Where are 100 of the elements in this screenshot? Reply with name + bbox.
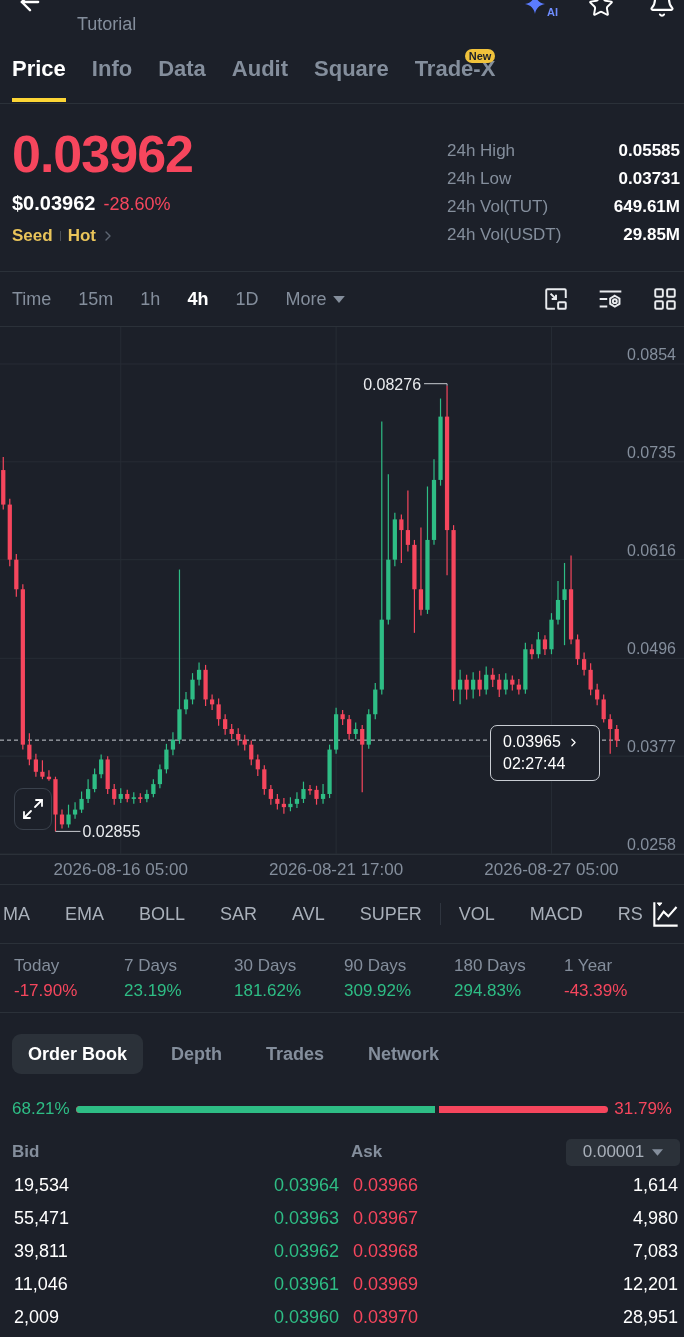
stat-value: 649.61M — [613, 196, 680, 219]
usd-price: $0.03962 — [12, 191, 96, 215]
order-book-tab[interactable]: Trades — [250, 1034, 341, 1074]
more-dropdown[interactable]: More — [285, 288, 346, 310]
falling-candle — [360, 724, 365, 793]
rising-candle — [99, 753, 104, 779]
nav-tab[interactable]: Square — [314, 44, 389, 102]
y-axis-label: 0.0735 — [627, 443, 676, 461]
nav-tab[interactable]: Trade-X New — [414, 44, 496, 102]
bid-quantity: 39,811 — [14, 1240, 68, 1263]
stat-label: 24h Vol(TUT) — [447, 196, 549, 219]
stat-value: 0.03731 — [618, 168, 680, 191]
candle-countdown: 02:27:44 — [503, 754, 567, 775]
rising-candle — [353, 721, 358, 740]
ask-column-header: Ask — [351, 1141, 383, 1164]
fullscreen-button[interactable] — [14, 788, 52, 830]
indicator-tab[interactable]: MA — [3, 903, 30, 925]
indicator-tab[interactable]: MACD — [529, 903, 583, 925]
ask-quantity: 7,083 — [632, 1240, 678, 1263]
high-price-label: 0.08276 — [363, 375, 422, 393]
precision-dropdown[interactable]: 0.00001 — [566, 1138, 680, 1166]
nav-tab[interactable]: Audit — [231, 44, 289, 102]
ask-quantity: 1,614 — [632, 1174, 678, 1197]
last-price: 0.03962 — [12, 126, 193, 182]
interval-tab[interactable]: Time — [12, 288, 52, 310]
tag-link[interactable]: Hot — [67, 225, 96, 247]
falling-candle — [490, 667, 495, 688]
rising-candle — [458, 669, 463, 705]
period-change: -17.90% — [14, 980, 79, 1002]
indicator-tab[interactable]: AVL — [292, 903, 325, 925]
bid-price: 0.03964 — [273, 1174, 339, 1197]
expand-icon — [21, 797, 45, 821]
interval-tab[interactable]: 1D — [235, 288, 259, 310]
last-price-tag[interactable]: 0.03965 02:27:44 — [490, 725, 600, 782]
price-change: -28.60% — [103, 193, 171, 216]
period-label: 7 Days — [124, 955, 178, 977]
period-change: 294.83% — [454, 980, 523, 1002]
bid-price: 0.03961 — [273, 1273, 339, 1296]
indicator-tab[interactable]: SUPER — [359, 903, 422, 925]
nav-tab[interactable]: Data — [158, 44, 206, 102]
tag-link[interactable]: Seed — [12, 225, 53, 247]
order-book-tab[interactable]: Order Book — [12, 1034, 144, 1074]
period-change: 309.92% — [344, 980, 413, 1002]
rising-candle — [471, 671, 476, 700]
nav-tab[interactable]: Info — [91, 44, 133, 102]
interval-tab[interactable]: 4h — [187, 288, 209, 310]
ask-price: 0.03969 — [353, 1273, 419, 1296]
last-price-value: 0.03965 — [503, 732, 561, 753]
y-axis-label: 0.0496 — [627, 640, 676, 658]
bid-price: 0.03962 — [273, 1240, 339, 1263]
falling-candle — [542, 634, 548, 656]
indicator-tab[interactable]: VOL — [458, 903, 495, 925]
indicator-tab[interactable]: SAR — [220, 903, 258, 925]
bid-quantity: 55,471 — [14, 1207, 70, 1230]
x-axis-label: 2026-08-27 05:00 — [484, 860, 619, 879]
x-axis-label: 2026-08-21 17:00 — [269, 860, 404, 879]
ask-price: 0.03966 — [353, 1174, 419, 1197]
bid-quantity: 11,046 — [14, 1273, 68, 1296]
rising-candle — [503, 672, 508, 696]
grid-icon[interactable] — [652, 286, 678, 312]
caret-down-icon — [333, 295, 346, 303]
interval-tab[interactable]: 15m — [78, 288, 114, 310]
ask-quantity: 12,201 — [622, 1273, 678, 1296]
bid-quantity: 19,534 — [14, 1174, 70, 1197]
rising-candle — [118, 787, 123, 804]
ask-price: 0.03968 — [353, 1240, 419, 1263]
rising-candle — [536, 631, 541, 659]
order-book-tab[interactable]: Depth — [155, 1034, 239, 1074]
rising-candle — [334, 707, 339, 755]
y-axis-label: 0.0854 — [627, 346, 676, 363]
indicator-tab[interactable]: EMA — [65, 903, 104, 925]
falling-candle — [112, 783, 117, 806]
rising-candle — [523, 642, 528, 695]
ai-label: AI — [547, 6, 558, 18]
rising-candle — [484, 665, 489, 696]
line-chart-icon[interactable] — [652, 900, 680, 928]
stat-label: 24h High — [447, 140, 516, 163]
falling-candle — [138, 792, 143, 804]
falling-candle — [340, 709, 345, 726]
falling-candle — [464, 674, 469, 701]
period-label: 90 Days — [344, 955, 408, 977]
stat-label: 24h Vol(USDT) — [447, 224, 562, 247]
period-change: -43.39% — [564, 980, 629, 1002]
nav-tab[interactable]: Price — [12, 44, 66, 102]
falling-candle — [497, 673, 502, 698]
period-label: Today — [14, 955, 61, 977]
rising-candle — [131, 791, 136, 805]
low-price-label: 0.02855 — [82, 823, 141, 841]
interval-tab[interactable]: 1h — [140, 288, 161, 310]
order-book-tab[interactable]: Network — [352, 1034, 456, 1074]
falling-candle — [105, 755, 110, 795]
indicator-tab[interactable]: BOLL — [139, 903, 186, 925]
y-axis-label: 0.0258 — [627, 836, 676, 853]
indicator-tab[interactable]: RS — [617, 903, 643, 925]
falling-candle — [529, 643, 534, 660]
bid-price: 0.03960 — [273, 1306, 339, 1329]
x-axis-label: 2026-08-16 05:00 — [53, 860, 188, 879]
window-arrow-icon[interactable] — [543, 286, 569, 312]
ask-quantity: 28,951 — [622, 1306, 678, 1329]
period-change: 181.62% — [234, 980, 303, 1002]
